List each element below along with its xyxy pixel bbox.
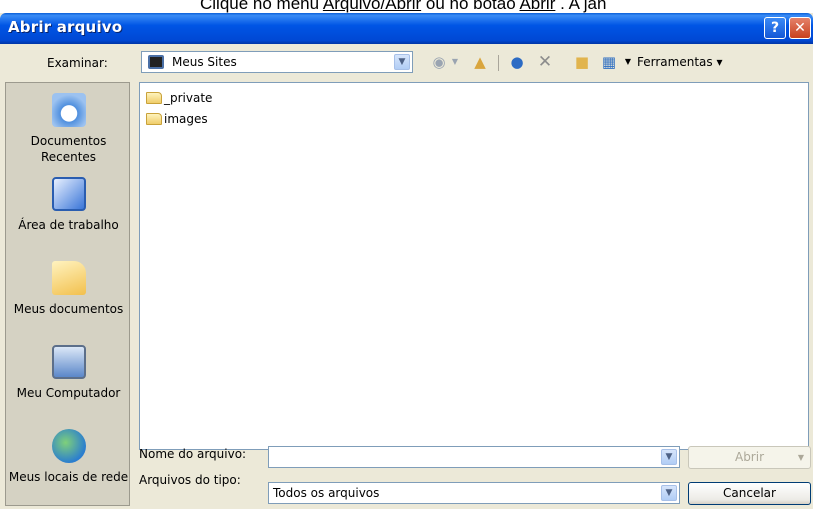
- place-my-documents[interactable]: Meus documentos: [6, 261, 131, 317]
- title-bar[interactable]: Abrir arquivo ? ✕: [0, 13, 813, 44]
- place-label: Documentos Recentes: [30, 134, 107, 164]
- recent-documents-icon: [51, 93, 86, 127]
- close-button[interactable]: ✕: [789, 17, 811, 39]
- place-label: Meus documentos: [13, 302, 124, 316]
- search-web-icon[interactable]: ●: [507, 52, 527, 72]
- place-network[interactable]: Meus locais de rede: [6, 429, 131, 485]
- filetype-select[interactable]: Todos os arquivos ▼: [268, 482, 680, 504]
- my-computer-icon: [51, 345, 86, 379]
- look-in-value: Meus Sites: [172, 55, 237, 69]
- look-in-dropdown[interactable]: Meus Sites ▼: [141, 51, 413, 73]
- views-dropdown-arrow-icon[interactable]: ▼: [623, 52, 633, 72]
- look-in-label: Examinar:: [47, 56, 108, 70]
- filename-combobox[interactable]: ▼: [268, 446, 680, 468]
- views-icon[interactable]: ▦: [599, 52, 619, 72]
- chevron-down-icon[interactable]: ▼: [661, 449, 677, 465]
- list-item[interactable]: _private: [146, 91, 212, 107]
- cancel-button[interactable]: Cancelar: [688, 482, 811, 505]
- delete-icon[interactable]: ✕: [535, 52, 555, 72]
- chevron-down-icon[interactable]: ▼: [661, 485, 677, 501]
- chevron-down-icon[interactable]: ▼: [394, 54, 410, 70]
- back-icon[interactable]: ◉: [429, 52, 449, 72]
- tools-menu-button[interactable]: Ferramentas ▾: [637, 55, 722, 69]
- web-folder-icon: [148, 55, 164, 69]
- filetype-label: Arquivos do tipo:: [139, 473, 241, 487]
- back-dropdown-arrow-icon[interactable]: ▼: [450, 52, 460, 72]
- open-file-dialog: Abrir arquivo ? ✕ Examinar: Meus Sites ▼…: [0, 13, 813, 509]
- place-my-computer[interactable]: Meu Computador: [6, 345, 131, 401]
- filetype-value: Todos os arquivos: [273, 486, 380, 500]
- open-button[interactable]: Abrir ▼: [688, 446, 811, 469]
- folder-icon: [146, 113, 162, 125]
- up-folder-icon[interactable]: ▲: [469, 52, 491, 72]
- places-bar: Documentos Recentes Área de trabalho Meu…: [5, 82, 130, 506]
- list-item[interactable]: images: [146, 112, 208, 128]
- filename-label: Nome do arquivo:: [139, 447, 247, 461]
- place-label: Meu Computador: [16, 386, 121, 400]
- folder-icon: [146, 92, 162, 104]
- toolbar-separator: [498, 55, 499, 71]
- desktop-icon: [51, 177, 86, 211]
- file-list[interactable]: _private images: [139, 82, 809, 450]
- place-label: Área de trabalho: [18, 218, 119, 232]
- place-desktop[interactable]: Área de trabalho: [6, 177, 131, 233]
- place-recent-documents[interactable]: Documentos Recentes: [6, 93, 131, 165]
- my-documents-icon: [51, 261, 86, 295]
- filename-input[interactable]: [273, 449, 653, 465]
- dialog-title: Abrir arquivo: [8, 18, 123, 36]
- place-label: Meus locais de rede: [8, 470, 129, 484]
- background-instruction-text: Clique no menu Arquivo/Abrir ou no botão…: [200, 0, 607, 13]
- network-places-icon: [51, 429, 86, 463]
- help-button[interactable]: ?: [764, 17, 786, 39]
- open-dropdown-arrow-icon[interactable]: ▼: [798, 447, 804, 468]
- new-folder-icon[interactable]: ■: [571, 52, 593, 72]
